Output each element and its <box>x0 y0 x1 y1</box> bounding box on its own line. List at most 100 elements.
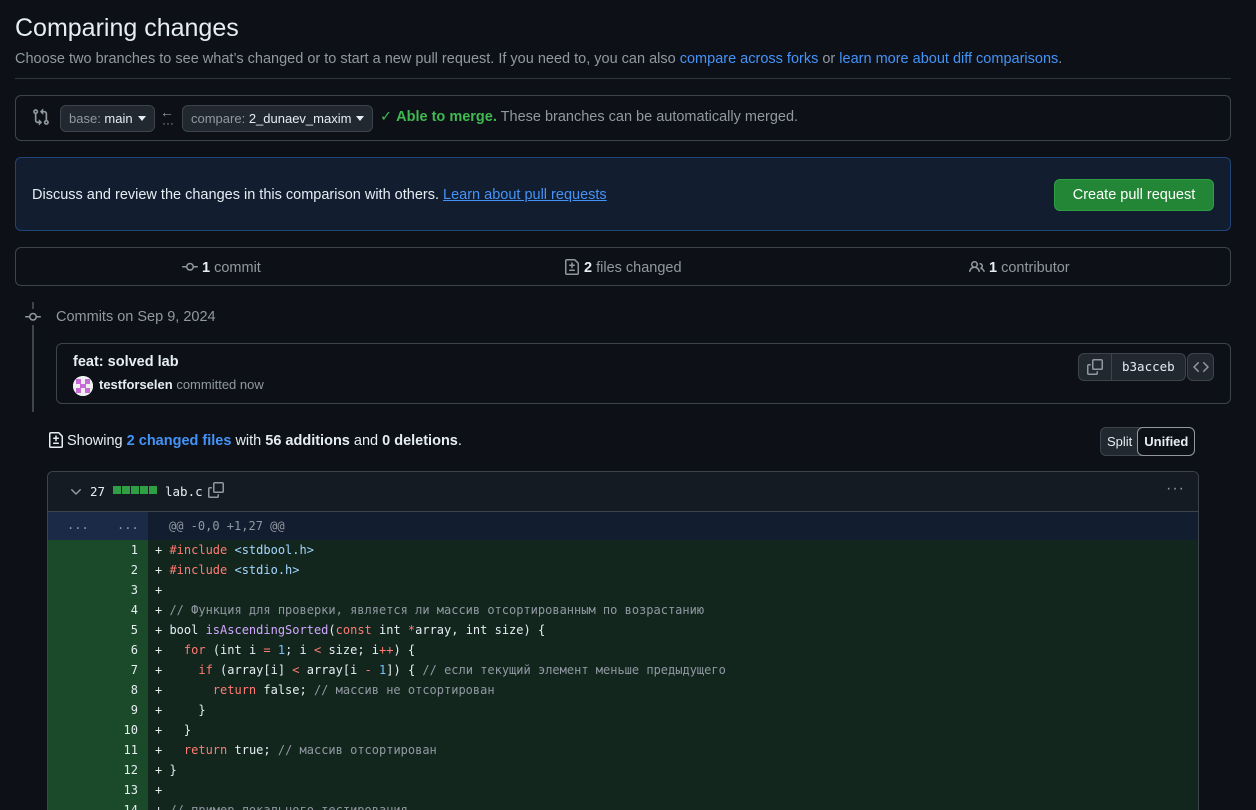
commits-summary-link[interactable]: 1 commit <box>182 259 261 276</box>
expand-down-button[interactable]: ... <box>117 518 139 532</box>
commits-label: commit <box>210 260 261 276</box>
line-code: + } <box>155 763 177 777</box>
line-number[interactable]: 9 <box>48 700 148 720</box>
line-number[interactable]: 14 <box>48 800 148 810</box>
line-code: + #include <stdio.h> <box>155 563 300 577</box>
files-changed-summary-link[interactable]: 2 files changed <box>564 259 682 276</box>
people-icon <box>969 260 985 273</box>
code-icon <box>1192 361 1209 373</box>
divider <box>15 78 1231 79</box>
commit-item: feat: solved lab testforselen committed … <box>56 343 1231 404</box>
compare-branch-select[interactable]: compare: 2_dunaev_maxim <box>182 105 374 132</box>
diffstat-summary: Showing 2 changed files with 56 addition… <box>48 432 462 449</box>
hunk-header-text: @@ -0,0 +1,27 @@ <box>169 519 285 533</box>
line-code: + // Функция для проверки, является ли м… <box>155 603 705 617</box>
diff-view-toggle: Split Unified <box>1100 427 1196 456</box>
learn-pull-requests-link[interactable]: Learn about pull requests <box>443 187 607 203</box>
timeline-node <box>24 309 42 325</box>
diff-line: 1 + #include <stdbool.h> <box>48 540 1198 560</box>
line-number[interactable]: 6 <box>48 640 148 660</box>
merge-text: These branches can be automatically merg… <box>496 109 799 125</box>
diff-line: 12 + } <box>48 760 1198 780</box>
learn-diff-comparisons-link[interactable]: learn more about diff comparisons <box>839 51 1058 67</box>
line-code: + if (array[i] < array[i - 1]) { // если… <box>155 663 726 677</box>
line-number[interactable]: 3 <box>48 580 148 600</box>
kebab-menu-icon[interactable]: ··· <box>1166 480 1185 498</box>
line-number[interactable]: 11 <box>48 740 148 760</box>
line-number[interactable]: 8 <box>48 680 148 700</box>
line-code: + bool isAscendingSorted(const int *arra… <box>155 623 546 637</box>
chevron-down-icon[interactable] <box>68 484 84 500</box>
line-number[interactable]: 2 <box>48 560 148 580</box>
line-number[interactable]: 12 <box>48 760 148 780</box>
commit-time: committed now <box>172 377 264 392</box>
diffstat-and: and <box>349 433 383 449</box>
caret-down-icon <box>137 116 146 121</box>
additions-count: 56 additions <box>265 433 350 449</box>
diff-line: 13 + <box>48 780 1198 800</box>
subtitle-text: Choose two branches to see what’s change… <box>15 51 680 67</box>
split-view-button[interactable]: Split <box>1101 428 1138 455</box>
commit-sha-group: b3acceb <box>1078 353 1186 381</box>
commit-author-link[interactable]: testforselen <box>99 377 173 392</box>
diff-line: 14 + // пример локального тестирования <box>48 800 1198 810</box>
diffstat-mid: with <box>231 433 266 449</box>
diff-line: 11 + return true; // массив отсортирован <box>48 740 1198 760</box>
file-name-link[interactable]: lab.c <box>165 484 203 499</box>
discuss-banner: Discuss and review the changes in this c… <box>15 157 1231 231</box>
summary-bar: 1 commit 2 files changed 1 contributor <box>15 247 1231 286</box>
line-number[interactable]: 13 <box>48 780 148 800</box>
diffstat-bars <box>113 486 157 494</box>
contributors-summary-link[interactable]: 1 contributor <box>969 259 1070 276</box>
subtitle-period: . <box>1058 51 1063 67</box>
commits-date-header: Commits on Sep 9, 2024 <box>56 309 216 325</box>
compare-label: compare: <box>191 111 249 126</box>
copy-icon[interactable] <box>208 482 224 498</box>
line-code: + // пример локального тестирования <box>155 803 408 810</box>
compare-across-forks-link[interactable]: compare across forks <box>680 51 819 67</box>
range-editor: base: main ← ··· compare: 2_dunaev_maxim… <box>15 95 1231 141</box>
diffstat-pre: Showing <box>67 433 127 449</box>
line-code: + #include <stdbool.h> <box>155 543 314 557</box>
git-commit-icon <box>182 262 198 271</box>
commit-sha-link[interactable]: b3acceb <box>1112 354 1185 380</box>
merge-status: ✓ Able to merge. These branches can be au… <box>380 109 798 125</box>
line-code: + <box>155 783 163 797</box>
base-branch-select[interactable]: base: main <box>60 105 155 132</box>
browse-repository-button[interactable] <box>1187 353 1214 381</box>
line-number[interactable]: 5 <box>48 620 148 640</box>
commit-meta: testforselen committed now <box>99 377 264 392</box>
copy-sha-button[interactable] <box>1079 354 1112 380</box>
commits-count: 1 <box>202 260 211 276</box>
create-pull-request-button[interactable]: Create pull request <box>1054 179 1214 211</box>
diff-line: 3 + <box>48 580 1198 600</box>
line-number[interactable]: 7 <box>48 660 148 680</box>
check-icon: ✓ <box>380 109 393 125</box>
copy-icon <box>1087 359 1103 375</box>
unified-view-button[interactable]: Unified <box>1137 427 1196 456</box>
commit-title-link[interactable]: feat: solved lab <box>73 354 179 370</box>
page-title: Comparing changes <box>15 14 239 42</box>
diff-line: 4 + // Функция для проверки, является ли … <box>48 600 1198 620</box>
hunk-expand-area: ... ... <box>48 512 148 540</box>
changed-files-link[interactable]: 2 changed files <box>127 433 232 449</box>
expand-up-button[interactable]: ... <box>67 518 89 532</box>
files-label: files changed <box>592 260 682 276</box>
diff-line: 8 + return false; // массив не отсортиров… <box>48 680 1198 700</box>
merge-ok-label: Able to merge. <box>396 109 497 125</box>
diff-line: 10 + } <box>48 720 1198 740</box>
line-number[interactable]: 10 <box>48 720 148 740</box>
line-number[interactable]: 1 <box>48 540 148 560</box>
subtitle-or: or <box>818 51 840 67</box>
git-commit-icon <box>25 312 41 321</box>
file-diff-icon <box>565 259 579 275</box>
line-code: + } <box>155 723 192 737</box>
file-diff-icon <box>49 432 63 448</box>
diff-line: 9 + } <box>48 700 1198 720</box>
line-number[interactable]: 4 <box>48 600 148 620</box>
compare-branch-name: 2_dunaev_maxim <box>248 111 352 126</box>
line-code: + return false; // массив не отсортирова… <box>155 683 495 697</box>
diff-line: 5 + bool isAscendingSorted(const int *arr… <box>48 620 1198 640</box>
caret-down-icon <box>356 116 365 121</box>
avatar[interactable] <box>73 376 93 396</box>
